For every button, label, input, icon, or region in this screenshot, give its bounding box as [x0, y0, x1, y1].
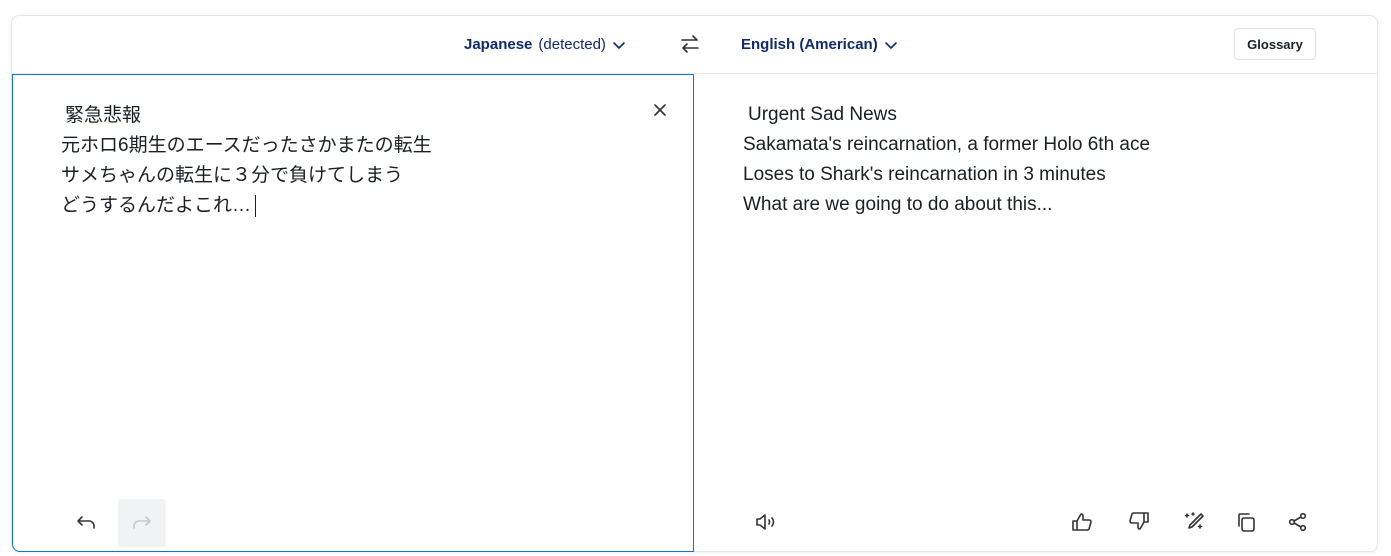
- detected-label: (detected): [538, 36, 606, 53]
- glossary-button[interactable]: Glossary: [1234, 28, 1316, 60]
- copy-button[interactable]: [1222, 498, 1270, 546]
- source-line: 緊急悲報: [65, 105, 142, 126]
- source-line: 元ホロ6期生のエースだったさかまたの転生: [61, 135, 432, 156]
- speaker-icon: [756, 514, 775, 530]
- source-language-select[interactable]: Japanese (detected): [464, 36, 626, 53]
- undo-button[interactable]: [62, 499, 110, 547]
- close-icon: [654, 104, 666, 116]
- chevron-down-icon: [884, 41, 897, 49]
- target-language-label: English (American): [741, 36, 878, 53]
- translation-text: Urgent Sad News Sakamata's reincarnation,…: [743, 100, 1150, 220]
- thumbs-down-button[interactable]: [1115, 498, 1163, 546]
- source-line: サメちゃんの転生に３分で負けてしまう: [61, 165, 404, 186]
- source-text-input[interactable]: 緊急悲報元ホロ6期生のエースだったさかまたの転生 サメちゃんの転生に３分で負けてし…: [61, 101, 432, 221]
- target-line: Sakamata's reincarnation, a former Holo …: [743, 134, 1151, 155]
- target-line: Urgent Sad News: [748, 104, 897, 125]
- undo-icon: [77, 516, 95, 529]
- thumbs-down-icon: [1129, 512, 1149, 530]
- source-text-panel[interactable]: 緊急悲報元ホロ6期生のエースだったさかまたの転生 サメちゃんの転生に３分で負けてし…: [12, 74, 694, 552]
- copy-icon: [1238, 513, 1255, 532]
- redo-icon: [133, 516, 151, 529]
- clear-button[interactable]: [636, 86, 684, 134]
- language-bar: Japanese (detected) English (American) G…: [12, 16, 1377, 74]
- thumbs-up-icon: [1072, 513, 1092, 531]
- translation-panel: Urgent Sad News Sakamata's reincarnation,…: [694, 74, 1378, 552]
- translator-card: Japanese (detected) English (American) G…: [11, 15, 1378, 552]
- text-cursor: [255, 194, 257, 217]
- chevron-down-icon: [613, 41, 625, 49]
- listen-button[interactable]: [742, 498, 790, 546]
- share-icon: [1288, 512, 1307, 532]
- source-language-label: Japanese: [464, 36, 533, 53]
- thumbs-up-button[interactable]: [1058, 498, 1106, 546]
- source-line: どうするんだよこれ…: [61, 195, 252, 216]
- magic-pen-icon: [1184, 512, 1204, 529]
- swap-languages-icon[interactable]: [678, 32, 702, 56]
- improve-button[interactable]: [1171, 498, 1219, 546]
- target-line: What are we going to do about this...: [743, 194, 1053, 215]
- redo-button[interactable]: [118, 499, 166, 547]
- target-line: Loses to Shark's reincarnation in 3 minu…: [743, 164, 1106, 185]
- share-button[interactable]: [1274, 498, 1322, 546]
- target-language-select[interactable]: English (American): [741, 36, 898, 53]
